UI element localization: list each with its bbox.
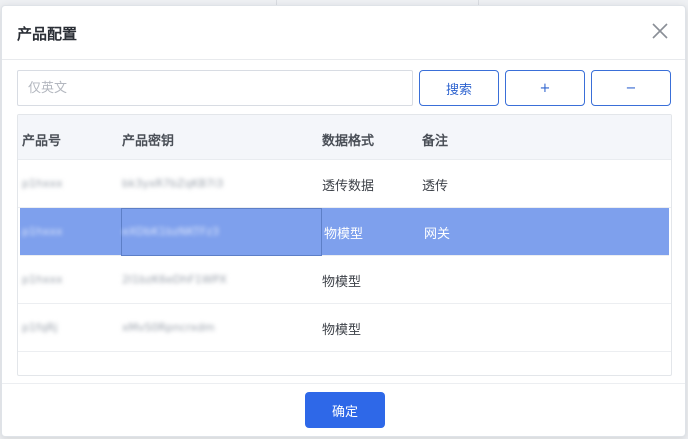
note-cell: 透传 [422,179,449,194]
column-header-note: 备注 [422,134,449,149]
product-key-cell: bk3yxR7bZqKB7i3 [122,177,224,190]
column-header-product-no: 产品号 [22,134,62,149]
table-row-selected[interactable]: p1hxxx eXDbK1bzNKTFz3 物模型 网关 [20,208,669,256]
product-key-cell: xMvS0Rpncrxdm [122,321,215,334]
data-format-cell: 透传数据 [322,179,375,194]
product-no-cell: p1hxxx [22,273,63,286]
close-icon[interactable] [651,22,669,40]
table-header: 产品号 产品密钥 数据格式 备注 [18,115,671,160]
table-row[interactable]: p1hxxx 2I1bzK6eDhF1WPX 物模型 [18,256,671,304]
product-config-dialog: 产品配置 搜索 + − 产品号 产品密钥 数据格式 备注 p1hxxx bk3y… [1,5,686,437]
product-table: 产品号 产品密钥 数据格式 备注 p1hxxx bk3yxR7bZqKB7i3 … [17,114,672,376]
dialog-title: 产品配置 [17,25,78,43]
column-header-data-format: 数据格式 [322,134,375,149]
product-no-cell: p1hxxx [22,177,63,190]
table-row[interactable]: p1fqRj xMvS0Rpncrxdm 物模型 [18,304,671,352]
note-cell: 网关 [424,227,451,242]
product-no-cell: p1fqRj [22,321,58,334]
search-button[interactable]: 搜索 [419,70,499,106]
dialog-header: 产品配置 [2,6,685,60]
remove-button[interactable]: − [591,70,671,106]
product-key-cell: eXDbK1bzNKTFz3 [122,225,220,238]
product-no-cell: p1hxxx [22,225,63,238]
confirm-button[interactable]: 确定 [305,392,385,428]
footer-divider [2,383,685,384]
data-format-cell: 物模型 [324,227,364,242]
add-button[interactable]: + [505,70,585,106]
search-input[interactable] [17,70,413,106]
column-header-product-key: 产品密钥 [122,134,175,149]
table-row[interactable]: p1hxxx bk3yxR7bZqKB7i3 透传数据 透传 [18,160,671,208]
product-key-cell: 2I1bzK6eDhF1WPX [122,273,227,286]
data-format-cell: 物模型 [322,275,362,290]
data-format-cell: 物模型 [322,323,362,338]
